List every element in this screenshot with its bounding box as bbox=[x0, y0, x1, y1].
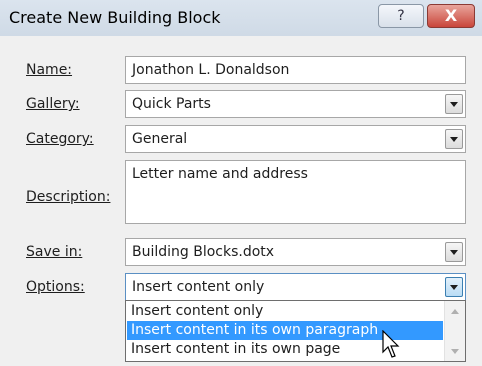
category-label-text: Category: bbox=[26, 131, 94, 147]
gallery-dropdown-button[interactable] bbox=[445, 94, 463, 114]
mouse-cursor-icon bbox=[382, 330, 400, 358]
name-input[interactable]: Jonathon L. Donaldson bbox=[125, 56, 466, 84]
category-dropdown-button[interactable] bbox=[445, 129, 463, 149]
scroll-up-icon[interactable] bbox=[451, 309, 459, 314]
options-label-text: Options: bbox=[26, 279, 85, 295]
close-icon: X bbox=[444, 6, 458, 25]
category-select[interactable]: General bbox=[125, 125, 466, 153]
dialog-title: Create New Building Block bbox=[9, 8, 221, 27]
gallery-value: Quick Parts bbox=[132, 96, 211, 112]
gallery-select[interactable]: Quick Parts bbox=[125, 90, 466, 118]
gallery-label-text: Gallery: bbox=[26, 96, 80, 112]
category-value: General bbox=[132, 131, 188, 147]
options-value: Insert content only bbox=[132, 279, 265, 295]
category-label: Category: bbox=[26, 131, 94, 147]
save-in-dropdown-button[interactable] bbox=[445, 242, 463, 262]
options-select[interactable]: Insert content only bbox=[125, 273, 466, 301]
name-label-text: Name: bbox=[26, 62, 73, 78]
scroll-down-icon[interactable] bbox=[451, 349, 459, 354]
close-button[interactable]: X bbox=[427, 4, 475, 28]
chevron-down-icon bbox=[450, 137, 458, 142]
gallery-label: Gallery: bbox=[26, 96, 80, 112]
dropdown-scrollbar[interactable] bbox=[444, 301, 465, 361]
options-dropdown-button[interactable] bbox=[445, 277, 463, 297]
chevron-down-icon bbox=[450, 250, 458, 255]
save-in-label-text: Save in: bbox=[26, 244, 83, 260]
chevron-down-icon bbox=[450, 285, 458, 290]
title-bar: Create New Building Block ? X bbox=[0, 0, 482, 36]
save-in-value: Building Blocks.dotx bbox=[132, 244, 275, 260]
save-in-select[interactable]: Building Blocks.dotx bbox=[125, 238, 466, 266]
description-label: Description: bbox=[26, 189, 110, 205]
description-label-text: Description: bbox=[26, 189, 111, 205]
option-item[interactable]: Insert content only bbox=[127, 302, 443, 321]
chevron-down-icon bbox=[450, 102, 458, 107]
description-textarea[interactable]: Letter name and address bbox=[125, 160, 466, 224]
help-button[interactable]: ? bbox=[378, 4, 424, 28]
options-dropdown-list: Insert content only Insert content in it… bbox=[125, 300, 466, 362]
options-label: Options: bbox=[26, 279, 85, 295]
save-in-label: Save in: bbox=[26, 244, 82, 260]
create-building-block-dialog: Create New Building Block ? X Name: Jona… bbox=[0, 0, 482, 366]
help-icon: ? bbox=[397, 8, 405, 24]
name-label: Name: bbox=[26, 62, 72, 78]
